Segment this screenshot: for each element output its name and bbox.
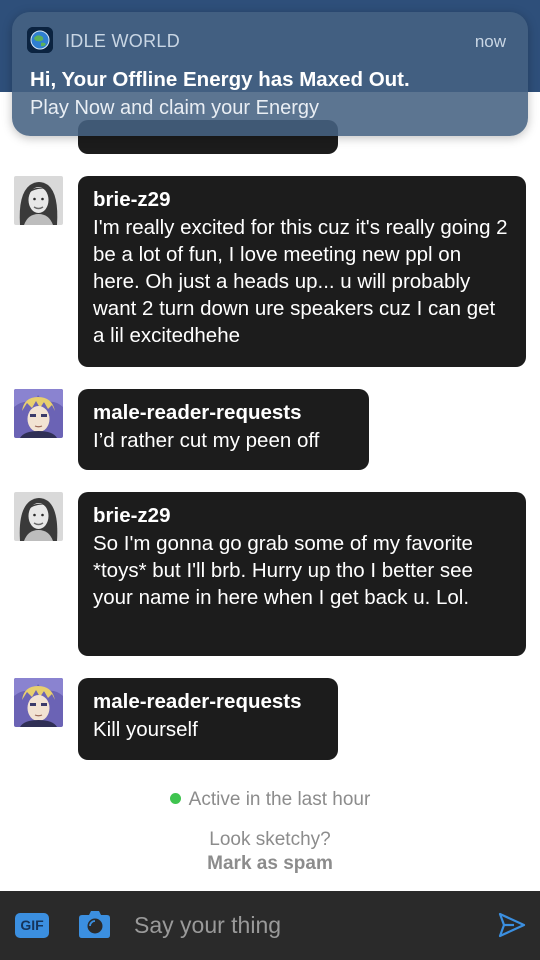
message-composer: GIF (0, 891, 540, 960)
anime-character-avatar[interactable] (14, 389, 63, 438)
message-sender[interactable]: male-reader-requests (93, 399, 354, 427)
camera-icon[interactable] (78, 909, 111, 939)
spam-prompt: Look sketchy? (209, 829, 331, 850)
woman-avatar[interactable] (14, 176, 63, 225)
online-dot-icon (169, 793, 181, 804)
message-text: I’d rather cut my peen off (93, 429, 320, 452)
message-text: Kill yourself (93, 718, 198, 741)
message-bubble[interactable]: male-reader-requests I’d rather cut my p… (78, 389, 369, 470)
notification-time: now (474, 32, 506, 51)
anime-character-avatar[interactable] (14, 678, 63, 727)
send-icon[interactable] (498, 911, 526, 939)
message-input[interactable] (134, 905, 474, 945)
message-sender[interactable]: brie-z29 (93, 186, 511, 214)
message-sender[interactable]: male-reader-requests (93, 688, 323, 716)
chat-screen: IDLE WORLD now Hi, Your Offline Energy h… (0, 0, 540, 960)
message-bubble[interactable]: male-reader-requests Kill yourself (78, 678, 338, 760)
notification-app-name: IDLE WORLD (65, 31, 181, 51)
active-status-text: Active in the last hour (188, 789, 371, 810)
message-bubble[interactable]: brie-z29 I'm really excited for this cuz… (78, 176, 526, 367)
message-bubble[interactable]: brie-z29 So I'm gonna go grab some of my… (78, 492, 526, 656)
notification-title: Hi, Your Offline Energy has Maxed Out. (30, 68, 410, 91)
active-status: Active in the last hour (0, 789, 540, 811)
message-text: I'm really excited for this cuz it's rea… (93, 216, 508, 347)
gif-button[interactable]: GIF (15, 913, 49, 938)
woman-avatar[interactable] (14, 492, 63, 541)
message-text: So I'm gonna go grab some of my favorite… (93, 532, 473, 609)
mark-as-spam-link[interactable]: Mark as spam (0, 853, 540, 875)
message-sender[interactable]: brie-z29 (93, 502, 511, 530)
globe-app-icon (27, 27, 53, 53)
push-notification[interactable]: IDLE WORLD now Hi, Your Offline Energy h… (12, 12, 528, 136)
notification-body: Play Now and claim your Energy (30, 97, 320, 119)
